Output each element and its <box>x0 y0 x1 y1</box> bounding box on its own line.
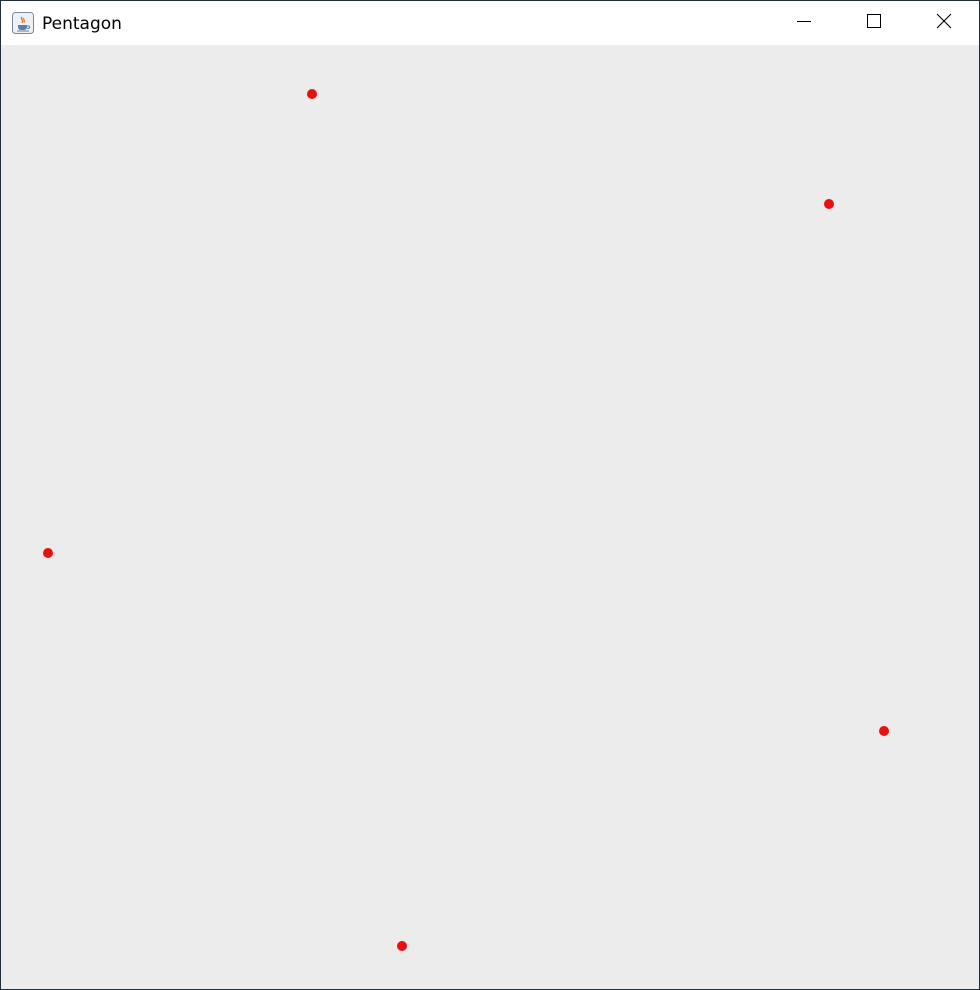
pentagon-vertex-point <box>43 548 53 558</box>
java-coffee-icon[interactable] <box>12 12 34 34</box>
maximize-icon <box>866 13 882 34</box>
pentagon-vertex-point <box>397 941 407 951</box>
close-button[interactable] <box>909 1 979 45</box>
drawing-canvas[interactable] <box>1 45 979 989</box>
minimize-button[interactable] <box>769 1 839 45</box>
pentagon-vertex-point <box>307 89 317 99</box>
maximize-button[interactable] <box>839 1 909 45</box>
title-bar[interactable]: Pentagon <box>1 1 979 45</box>
window-title: Pentagon <box>42 14 122 34</box>
app-window: Pentagon <box>0 0 980 990</box>
minimize-icon <box>796 13 812 34</box>
pentagon-vertex-point <box>824 199 834 209</box>
close-icon <box>936 13 952 34</box>
pentagon-vertex-point <box>879 726 889 736</box>
